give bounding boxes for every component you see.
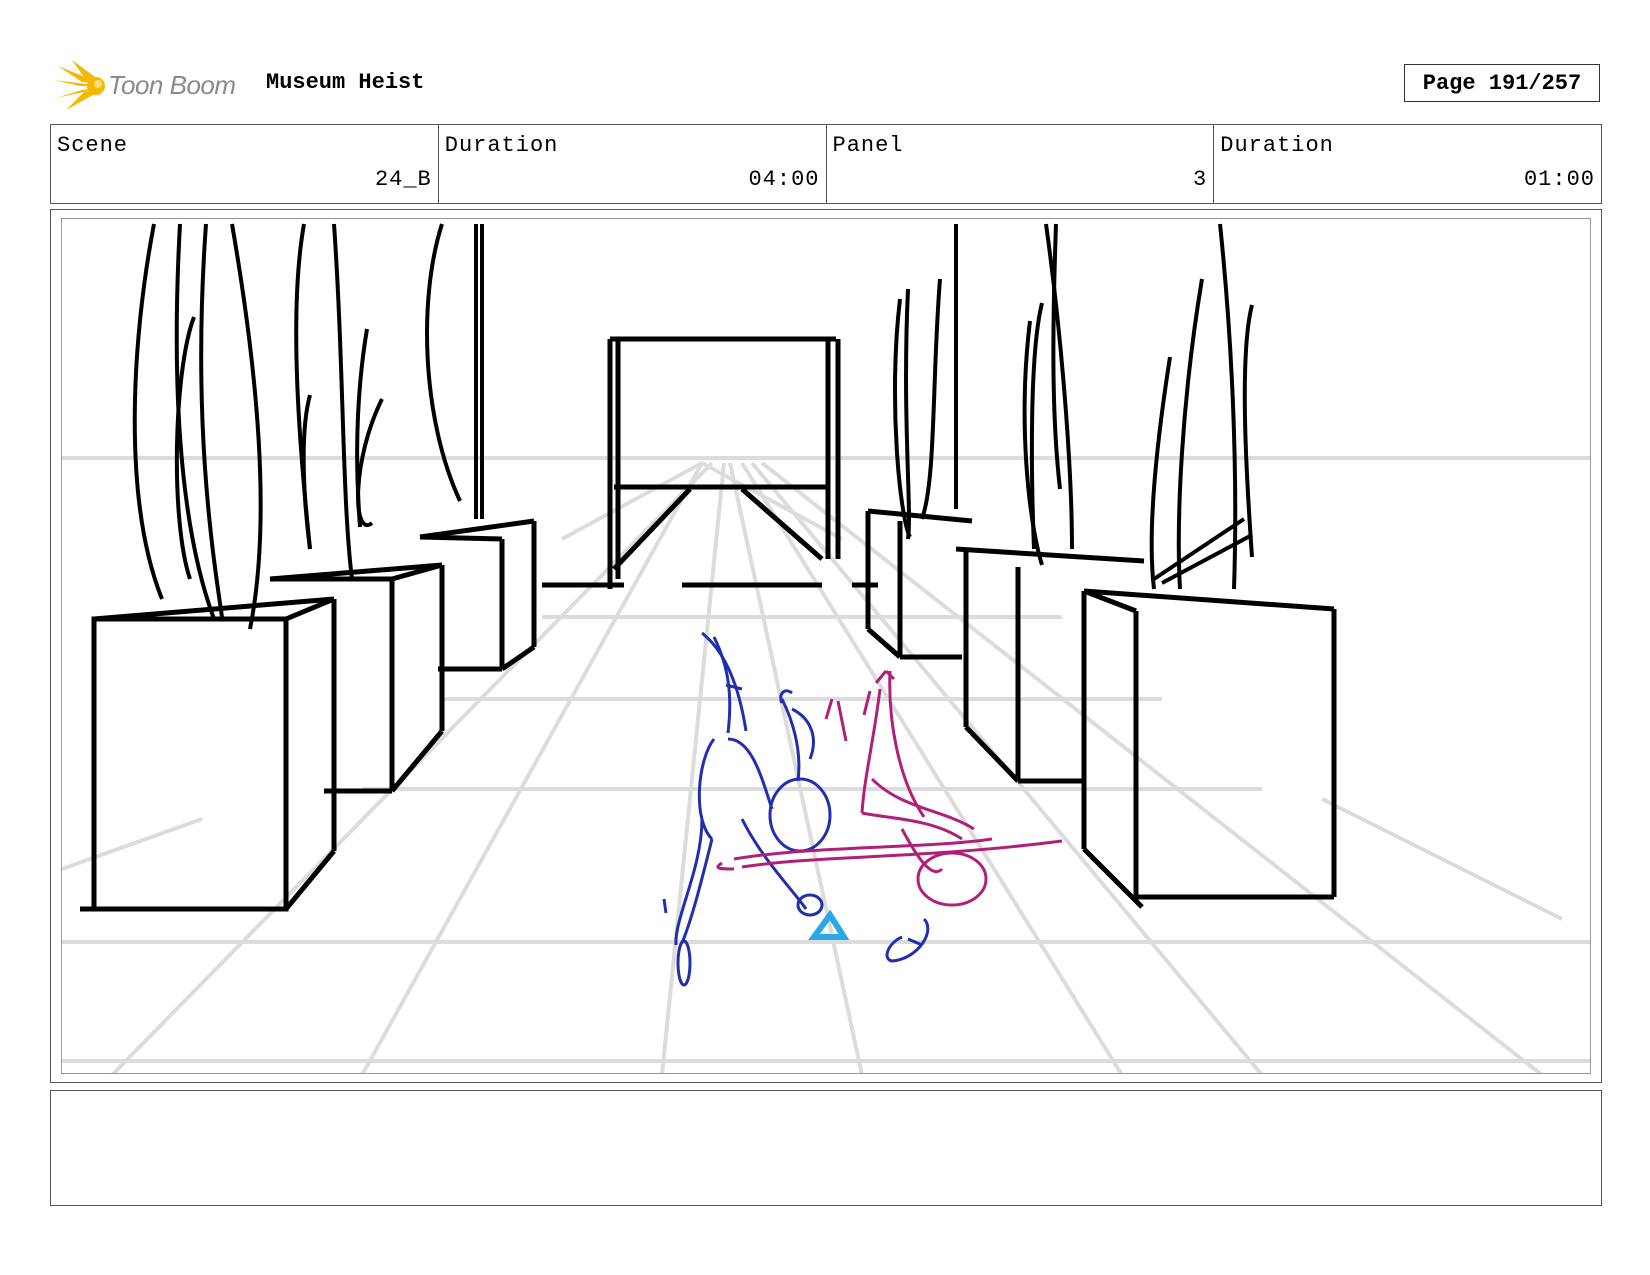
info-row: Scene 24_B Duration 04:00 Panel 3 Durati…: [50, 124, 1602, 204]
panel-value: 3: [1193, 167, 1208, 192]
scene-duration-cell: Duration 04:00: [439, 125, 827, 203]
page-indicator: Page 191/257: [1404, 64, 1600, 102]
panel-duration-value: 01:00: [1523, 167, 1595, 192]
scene-label: Scene: [57, 133, 129, 158]
logo-text: Toon Boom: [108, 70, 236, 100]
panel-notes: [50, 1090, 1602, 1206]
scene-cell: Scene 24_B: [51, 125, 439, 203]
page-label: Page 191/257: [1422, 70, 1582, 96]
right-plants: [892, 223, 1254, 590]
burst-icon: [54, 60, 105, 110]
scene-duration-value: 04:00: [748, 167, 820, 192]
scene-duration-label: Duration: [444, 133, 559, 158]
scene-value: 24_B: [374, 167, 432, 192]
blue-figure: [662, 631, 930, 987]
panel-drawing-area: [61, 218, 1591, 1074]
panel-label: Panel: [832, 133, 904, 158]
panel-duration-label: Duration: [1220, 133, 1334, 158]
storyboard-panel: [50, 209, 1602, 1083]
toon-boom-logo: Toon Boom: [52, 58, 252, 114]
right-pedestals: [865, 508, 1337, 909]
panel-sketch: [62, 223, 1590, 1073]
panel-duration-cell: Duration 01:00: [1214, 125, 1601, 203]
project-title: Museum Heist: [266, 70, 425, 95]
panel-cell: Panel 3: [827, 125, 1215, 203]
